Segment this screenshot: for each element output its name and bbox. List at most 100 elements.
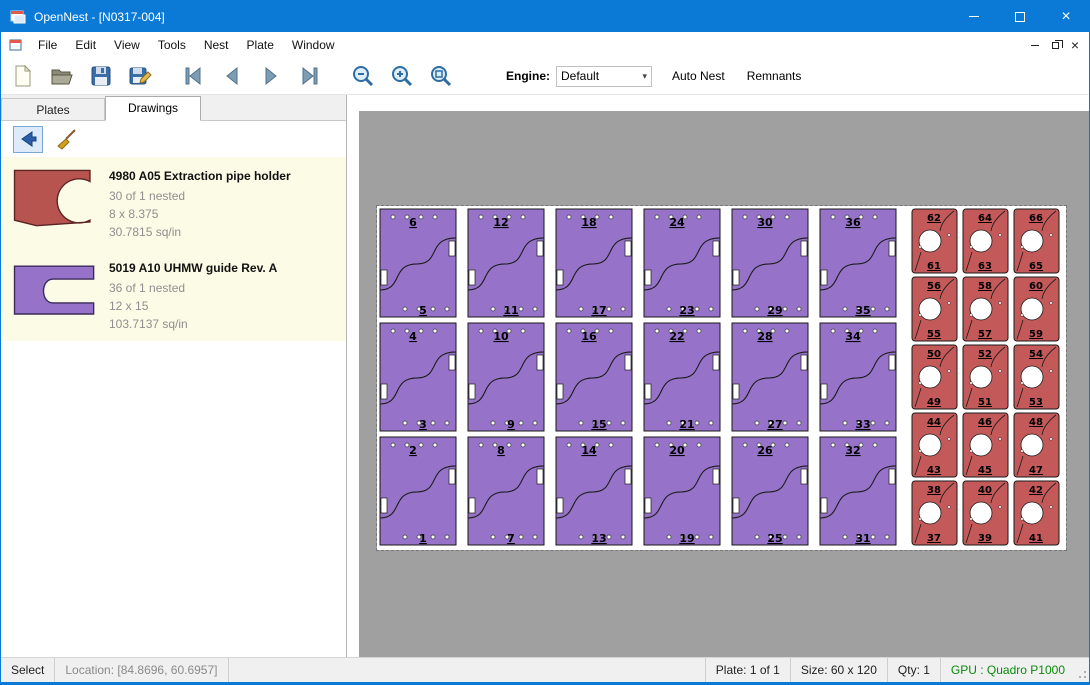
- clear-button[interactable]: [51, 126, 81, 153]
- nested-parts-drawing[interactable]: 6512111817242330293635431091615222128273…: [377, 206, 1066, 550]
- return-part-button[interactable]: [13, 126, 43, 153]
- cursor-location: Location: [84.8696, 60.6957]: [55, 658, 228, 682]
- zoom-fit-button[interactable]: [427, 62, 455, 90]
- nested-part-pair[interactable]: 4241: [1014, 481, 1059, 545]
- nested-part-pair[interactable]: 87: [468, 437, 544, 545]
- svg-text:65: 65: [1029, 261, 1043, 272]
- nested-part-pair[interactable]: 2827: [732, 323, 808, 431]
- menu-nest[interactable]: Nest: [195, 34, 238, 56]
- nested-part-pair[interactable]: 4443: [912, 413, 957, 477]
- nest-canvas[interactable]: 6512111817242330293635431091615222128273…: [347, 95, 1089, 657]
- nested-part-pair[interactable]: 4039: [963, 481, 1008, 545]
- nested-part-pair[interactable]: 5857: [963, 277, 1008, 341]
- nested-part-pair[interactable]: 3635: [820, 209, 896, 317]
- svg-text:33: 33: [855, 418, 870, 431]
- svg-text:63: 63: [978, 261, 992, 272]
- save-button[interactable]: [87, 62, 115, 90]
- menu-tools[interactable]: Tools: [149, 34, 195, 56]
- svg-text:64: 64: [978, 213, 992, 224]
- drawing-item[interactable]: 5019 A10 UHMW guide Rev. A 36 of 1 neste…: [1, 249, 346, 341]
- svg-text:38: 38: [927, 485, 941, 496]
- menu-window[interactable]: Window: [283, 34, 344, 56]
- svg-text:17: 17: [591, 304, 606, 317]
- maximize-button[interactable]: [997, 1, 1043, 32]
- canvas-margin-left: [347, 111, 359, 657]
- nested-part-pair[interactable]: 1615: [556, 323, 632, 431]
- nested-part-pair[interactable]: 5655: [912, 277, 957, 341]
- svg-text:48: 48: [1029, 417, 1043, 428]
- zoom-out-button[interactable]: [349, 62, 377, 90]
- app-icon: [10, 9, 26, 25]
- svg-text:19: 19: [679, 532, 694, 545]
- save-as-button[interactable]: [126, 62, 154, 90]
- next-plate-button[interactable]: [257, 62, 285, 90]
- child-close-button[interactable]: ×: [1065, 36, 1085, 54]
- svg-text:18: 18: [581, 216, 596, 229]
- close-button[interactable]: ×: [1043, 1, 1089, 32]
- drawing-area: 30.7815 sq/in: [109, 223, 291, 241]
- tab-drawings[interactable]: Drawings: [105, 96, 201, 121]
- nested-part-pair[interactable]: 6261: [912, 209, 957, 273]
- resize-grip[interactable]: [1075, 658, 1089, 682]
- nested-part-pair[interactable]: 64 63: [963, 209, 1008, 273]
- remnants-button[interactable]: Remnants: [745, 65, 804, 87]
- menu-view[interactable]: View: [105, 34, 149, 56]
- nested-part-pair[interactable]: 6665: [1014, 209, 1059, 273]
- nested-part-pair[interactable]: 4847: [1014, 413, 1059, 477]
- nested-part-pair[interactable]: 5453: [1014, 345, 1059, 409]
- nested-part-pair[interactable]: 5251: [963, 345, 1008, 409]
- nest-plate[interactable]: 6512111817242330293635431091615222128273…: [377, 206, 1066, 550]
- nested-part-pair[interactable]: 109: [468, 323, 544, 431]
- plate-counter: Plate: 1 of 1: [705, 658, 790, 682]
- nested-part-pair[interactable]: 21: [380, 437, 456, 545]
- last-plate-button[interactable]: [296, 62, 324, 90]
- auto-nest-button[interactable]: Auto Nest: [670, 65, 727, 87]
- nested-part-pair[interactable]: 1211: [468, 209, 544, 317]
- nested-part-pair[interactable]: 24 23: [644, 209, 720, 317]
- svg-text:35: 35: [855, 304, 870, 317]
- nested-part-pair[interactable]: 38 37: [912, 481, 957, 545]
- zoom-in-button[interactable]: [388, 62, 416, 90]
- main-toolbar: Engine: Default ▾ Auto Nest Remnants: [1, 58, 1089, 95]
- nested-part-pair[interactable]: 1413: [556, 437, 632, 545]
- nested-part-pair[interactable]: 2625: [732, 437, 808, 545]
- svg-text:37: 37: [927, 533, 941, 544]
- menu-plate[interactable]: Plate: [238, 34, 283, 56]
- window-title: OpenNest - [N0317-004]: [34, 10, 165, 24]
- child-minimize-icon: [1031, 45, 1039, 46]
- engine-dropdown[interactable]: Default ▾: [556, 66, 652, 87]
- first-plate-button[interactable]: [179, 62, 207, 90]
- svg-text:24: 24: [669, 216, 685, 229]
- nested-part-pair[interactable]: 3029: [732, 209, 808, 317]
- child-restore-button[interactable]: [1045, 36, 1065, 54]
- part-thumbnail: [9, 255, 109, 327]
- svg-text:32: 32: [845, 444, 860, 457]
- child-minimize-button[interactable]: [1025, 36, 1045, 54]
- child-restore-icon: [1052, 42, 1059, 49]
- nested-part-pair[interactable]: 3231: [820, 437, 896, 545]
- nested-part-pair[interactable]: 65: [380, 209, 456, 317]
- tab-plates[interactable]: Plates: [1, 98, 105, 120]
- canvas-body[interactable]: 6512111817242330293635431091615222128273…: [347, 111, 1089, 657]
- menu-edit[interactable]: Edit: [66, 34, 105, 56]
- drawing-list: 4980 A05 Extraction pipe holder 30 of 1 …: [1, 157, 346, 341]
- previous-plate-button[interactable]: [218, 62, 246, 90]
- svg-text:23: 23: [679, 304, 694, 317]
- menu-file[interactable]: File: [29, 34, 66, 56]
- new-button[interactable]: [9, 62, 37, 90]
- nested-part-pair[interactable]: 5049: [912, 345, 957, 409]
- svg-text:20: 20: [669, 444, 685, 457]
- nested-part-pair[interactable]: 2019: [644, 437, 720, 545]
- nested-part-pair[interactable]: 2221: [644, 323, 720, 431]
- nested-part-pair[interactable]: 4645: [963, 413, 1008, 477]
- drawing-item[interactable]: 4980 A05 Extraction pipe holder 30 of 1 …: [1, 157, 346, 249]
- nested-part-pair[interactable]: 43: [380, 323, 456, 431]
- open-button[interactable]: [48, 62, 76, 90]
- svg-text:11: 11: [503, 304, 518, 317]
- svg-text:58: 58: [978, 281, 992, 292]
- svg-text:49: 49: [927, 397, 941, 408]
- nested-part-pair[interactable]: 1817: [556, 209, 632, 317]
- nested-part-pair[interactable]: 3433: [820, 323, 896, 431]
- nested-part-pair[interactable]: 6059: [1014, 277, 1059, 341]
- minimize-button[interactable]: [951, 1, 997, 32]
